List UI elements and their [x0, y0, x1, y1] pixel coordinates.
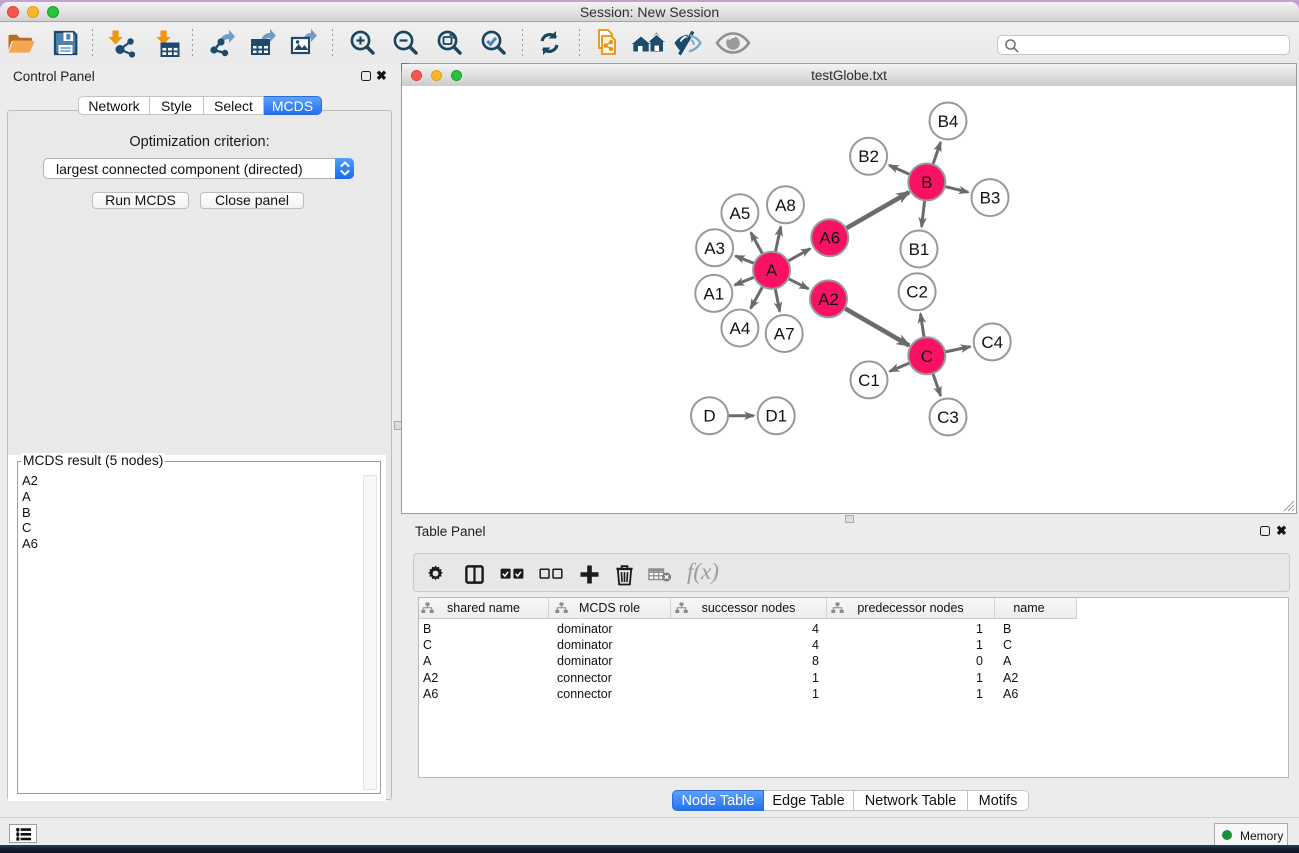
- svg-text:B1: B1: [909, 240, 930, 259]
- svg-text:A1: A1: [703, 284, 724, 303]
- svg-text:C4: C4: [981, 333, 1003, 352]
- svg-text:A3: A3: [704, 239, 725, 258]
- svg-text:B2: B2: [858, 147, 879, 166]
- svg-text:C2: C2: [906, 283, 928, 302]
- svg-text:A6: A6: [819, 229, 840, 248]
- svg-text:B4: B4: [938, 112, 959, 131]
- svg-text:A5: A5: [730, 204, 751, 223]
- svg-text:A8: A8: [775, 196, 796, 215]
- svg-text:A: A: [766, 261, 778, 280]
- svg-text:D: D: [703, 407, 715, 426]
- svg-text:B3: B3: [980, 189, 1001, 208]
- svg-text:C3: C3: [937, 408, 959, 427]
- svg-text:A4: A4: [730, 319, 751, 338]
- svg-text:A7: A7: [774, 325, 795, 344]
- svg-text:C1: C1: [858, 371, 880, 390]
- svg-text:A2: A2: [818, 290, 839, 309]
- svg-text:D1: D1: [765, 407, 787, 426]
- svg-text:C: C: [921, 347, 933, 366]
- svg-text:B: B: [921, 173, 932, 192]
